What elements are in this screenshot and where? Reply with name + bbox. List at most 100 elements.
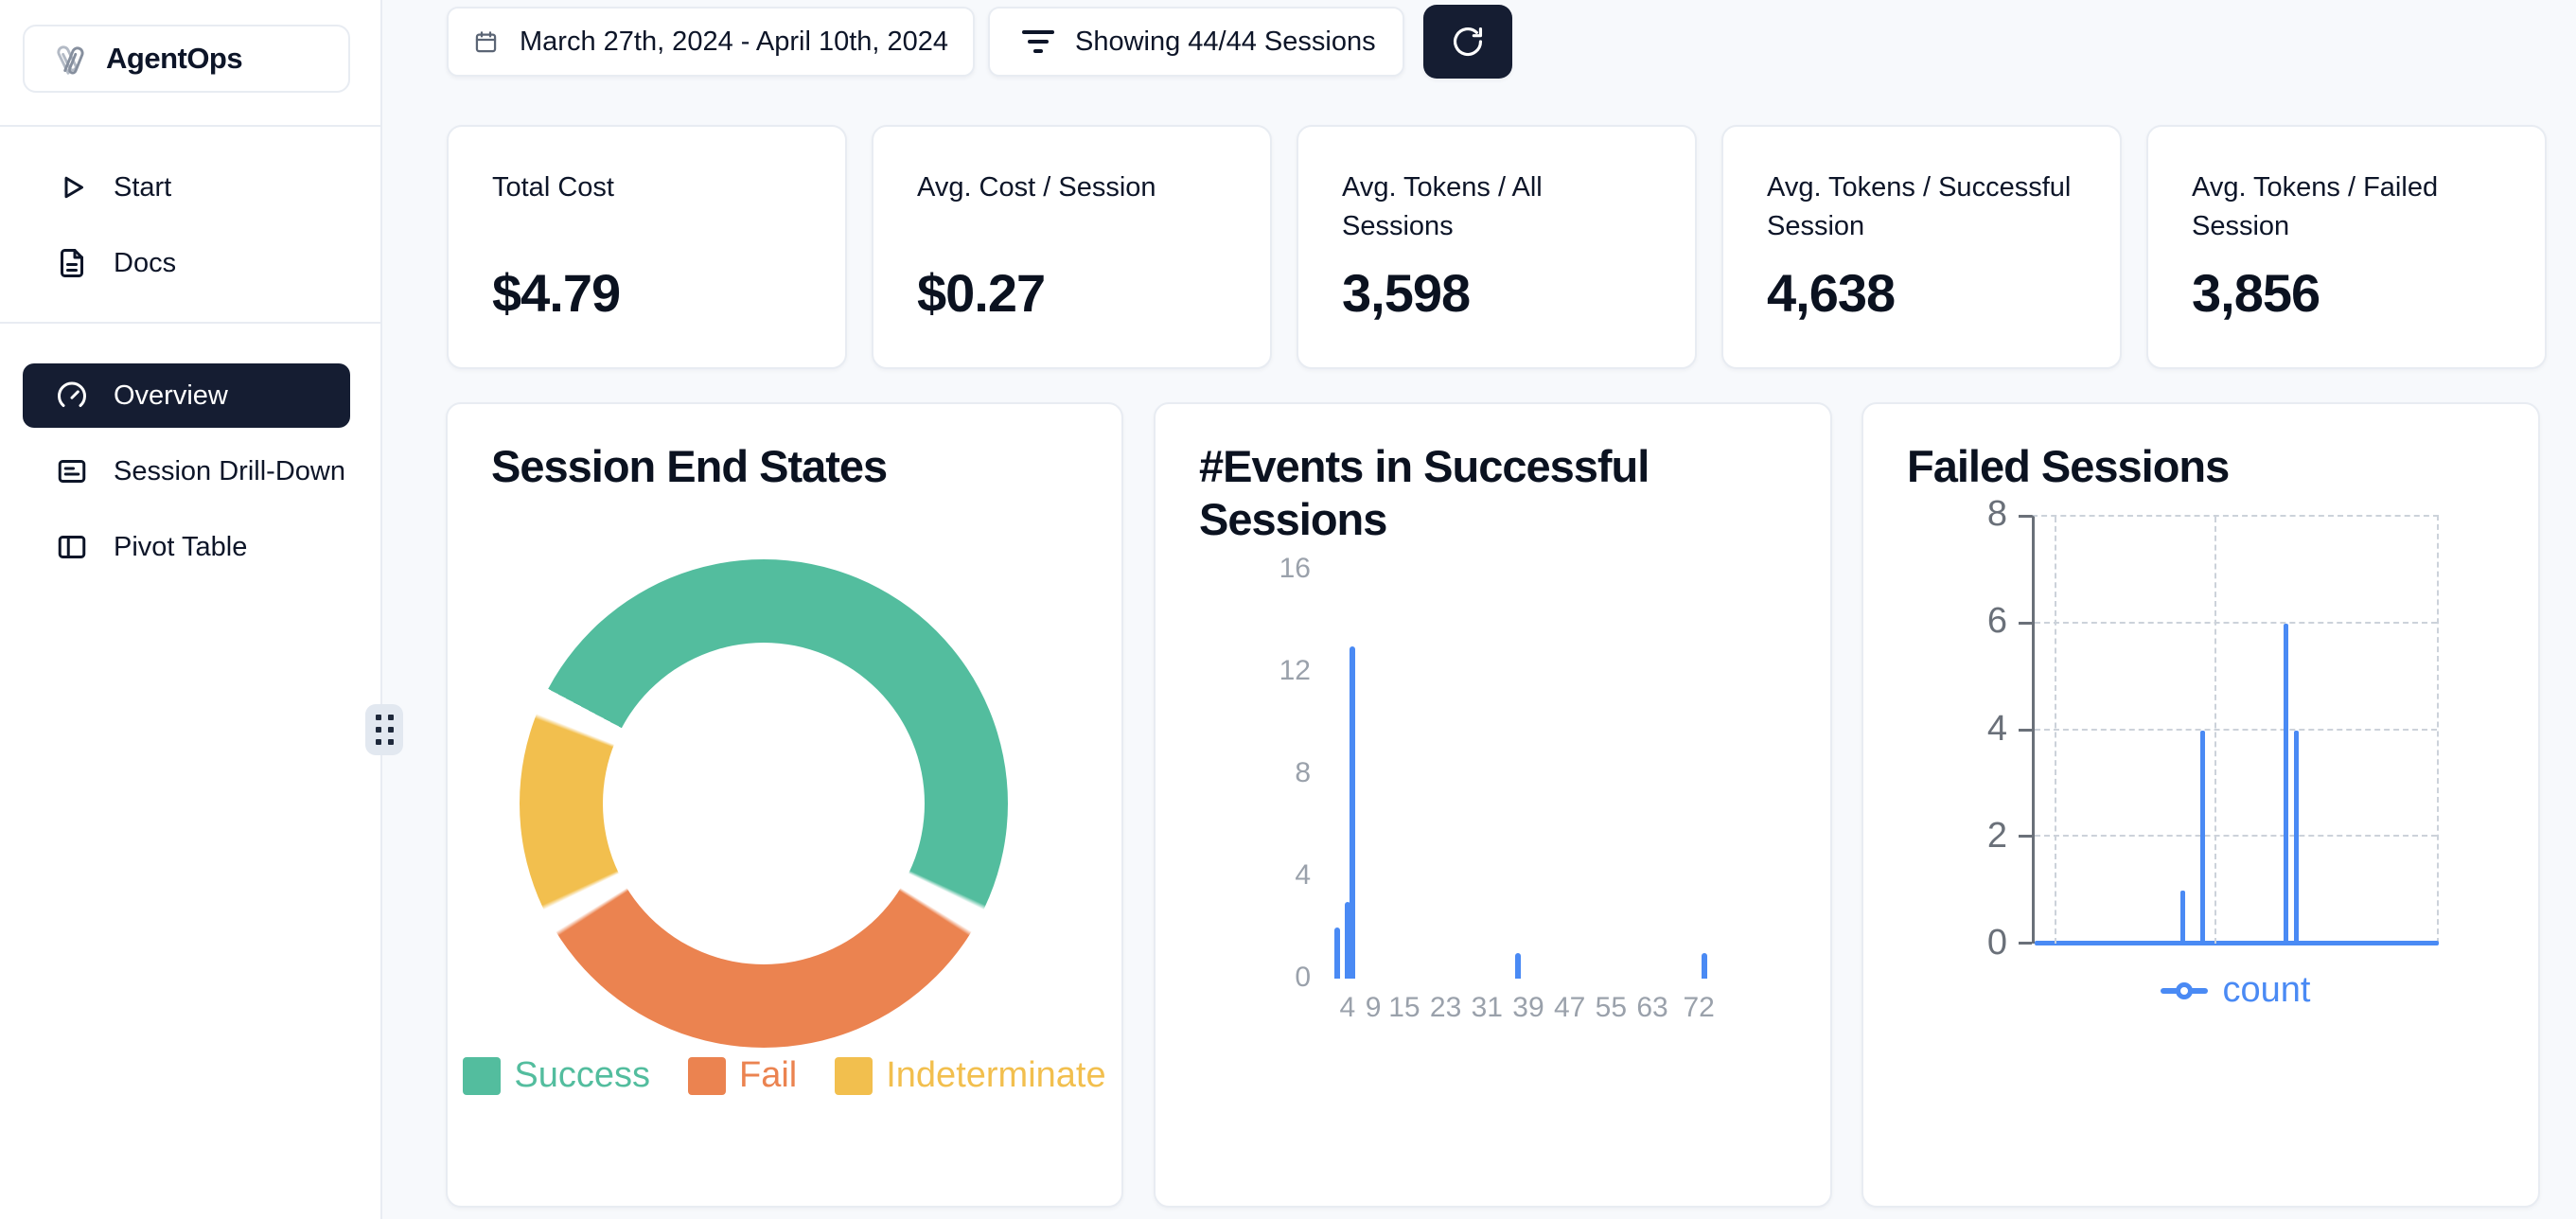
stat-label: Avg. Tokens / All Sessions [1342,168,1661,246]
axis-tick-label: 39 [1512,992,1544,1024]
sidebar-item-overview[interactable]: Overview [23,363,350,428]
axis-tick-label: 15 [1388,992,1420,1024]
donut-hole [603,643,925,964]
chart-title: Failed Sessions [1907,440,2229,493]
docs-icon [55,246,89,280]
count-spike[interactable] [2284,624,2288,944]
failed-plot [2032,515,2439,944]
legend-item[interactable]: Indeterminate [835,1055,1105,1096]
axis-tick-label: 31 [1472,992,1503,1024]
calendar-icon [473,29,499,55]
h-gridline [2035,729,2437,731]
line-marker-icon [2161,988,2208,994]
axis-tick-label: 8 [1987,494,2007,535]
app-logo[interactable]: AgentOps [23,25,350,93]
paperclips-icon [47,37,91,80]
sidebar-divider [0,125,382,127]
chart-title: #Events in Successful Sessions [1199,440,1786,546]
donut-ring[interactable] [520,559,1008,1048]
bar[interactable] [1350,646,1355,979]
sessions-filter-label: Showing 44/44 Sessions [1075,26,1376,58]
sidebar-item-session-drill-down[interactable]: Session Drill-Down [23,441,350,502]
axis-tick-label: 63 [1636,992,1667,1024]
stat-value: $0.27 [917,262,1045,324]
y-tick-mark [2019,515,2032,518]
sidebar-resize-handle[interactable] [365,704,403,755]
axis-tick-label: 4 [1339,992,1355,1024]
stat-value: $4.79 [492,262,620,324]
h-gridline [2035,622,2437,624]
count-spike[interactable] [2200,731,2205,945]
sidebar-item-docs[interactable]: Docs [23,233,350,293]
date-range-label: March 27th, 2024 - April 10th, 2024 [520,26,948,58]
stat-label: Avg. Cost / Session [917,168,1236,207]
y-tick-mark [2019,835,2032,838]
filter-icon [1022,30,1054,53]
sessions-filter-button[interactable]: Showing 44/44 Sessions [988,7,1404,77]
axis-tick-label: 72 [1683,992,1714,1024]
session-end-states-card: Session End States SuccessFailIndetermin… [446,402,1123,1208]
failed-y-axis: 02468 [1863,515,2017,944]
refresh-button[interactable] [1423,5,1512,79]
panel-left-icon [55,530,89,564]
h-gridline [2035,835,2437,837]
y-tick-mark [2019,729,2032,732]
events-x-axis: 4915 23 31 39 47 55 63 72 [1327,992,1720,1030]
failed-sessions-card: Failed Sessions 0 2 4 6 8 count [1861,402,2540,1208]
axis-tick-label: 8 [1295,757,1311,789]
stat-value: 4,638 [1767,262,1895,324]
sidebar-item-start[interactable]: Start [23,157,350,218]
app-title: AgentOps [106,42,242,76]
bar[interactable] [1702,953,1707,979]
stat-card-avg-tokens-all: Avg. Tokens / All Sessions 3,598 [1297,125,1697,369]
axis-tick-label: 9 [1366,992,1382,1024]
axis-tick-label: 4 [1295,859,1311,892]
count-series-baseline[interactable] [2035,941,2439,945]
legend-swatch-icon [463,1057,501,1095]
legend-swatch-icon [835,1057,873,1095]
count-legend[interactable]: count [2032,970,2439,1011]
legend-label: Indeterminate [886,1055,1105,1096]
bar[interactable] [1515,953,1521,979]
axis-tick-label: 16 [1279,553,1311,585]
stat-card-total-cost: Total Cost $4.79 [447,125,847,369]
gauge-icon [55,379,89,413]
sidebar-item-label: Session Drill-Down [114,456,345,487]
legend-label: Success [514,1055,650,1096]
events-plot [1327,570,1720,979]
stat-label: Avg. Tokens / Successful Session [1767,168,2086,246]
donut-legend: Success Fail Indeterminate [448,1055,1121,1096]
stat-label: Avg. Tokens / Failed Session [2192,168,2511,246]
sidebar: AgentOps Start Docs Overview Session Dri… [0,0,382,1219]
count-spike[interactable] [2294,731,2299,945]
events-y-axis: 0481216 [1156,570,1311,979]
axis-tick-label: 55 [1596,992,1627,1024]
play-icon [55,170,89,204]
y-tick-mark [2019,942,2032,945]
sidebar-item-label: Overview [114,380,228,412]
legend-swatch-icon [688,1057,726,1095]
axis-tick-label: 2 [1987,816,2007,857]
date-range-button[interactable]: March 27th, 2024 - April 10th, 2024 [447,7,975,77]
stat-card-avg-tokens-failed: Avg. Tokens / Failed Session 3,856 [2146,125,2547,369]
legend-item[interactable]: Fail [688,1055,797,1096]
axis-tick-label: 0 [1987,923,2007,963]
sidebar-item-pivot-table[interactable]: Pivot Table [23,517,350,577]
sidebar-item-label: Docs [114,248,176,279]
count-legend-label: count [2223,970,2311,1011]
axis-tick-label: 6 [1987,601,2007,642]
axis-tick-label: 47 [1554,992,1585,1024]
v-gridline [2055,517,2056,944]
stat-value: 3,598 [1342,262,1470,324]
axis-tick-label: 23 [1430,992,1461,1024]
legend-item[interactable]: Success [463,1055,650,1096]
axis-tick-label: 4 [1987,709,2007,750]
events-histogram-card: #Events in Successful Sessions 0481216 4… [1154,402,1832,1208]
list-icon [55,454,89,488]
stat-card-avg-tokens-successful: Avg. Tokens / Successful Session 4,638 [1721,125,2122,369]
v-gridline [2214,517,2216,944]
stat-card-avg-cost: Avg. Cost / Session $0.27 [872,125,1272,369]
count-spike[interactable] [2180,891,2185,944]
sidebar-item-label: Start [114,172,171,203]
bar[interactable] [1334,928,1340,979]
